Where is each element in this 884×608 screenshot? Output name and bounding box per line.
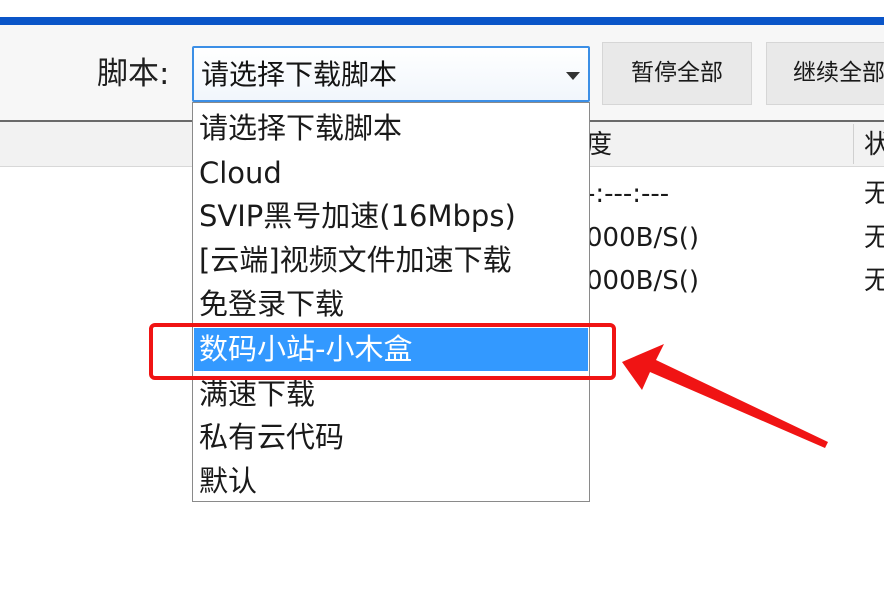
table-cell-status: 无 bbox=[864, 223, 884, 253]
dropdown-option[interactable]: 请选择下载脚本 bbox=[194, 107, 588, 150]
script-dropdown-list: 请选择下载脚本 Cloud SVIP黑号加速(16Mbps) [云端]视频文件加… bbox=[192, 102, 590, 502]
dropdown-option[interactable]: Cloud bbox=[194, 152, 588, 195]
pause-all-button[interactable]: 暂停全部 bbox=[602, 42, 752, 105]
annotation-highlight-box bbox=[149, 323, 616, 380]
table-cell-speed: 000B/S() bbox=[586, 223, 700, 253]
dropdown-option[interactable]: SVIP黑号加速(16Mbps) bbox=[194, 195, 588, 238]
dropdown-option[interactable]: 私有云代码 bbox=[194, 416, 588, 459]
column-header-status[interactable]: 状 bbox=[864, 127, 884, 163]
dropdown-option[interactable]: 默认 bbox=[194, 460, 588, 501]
resume-all-button[interactable]: 继续全部 bbox=[766, 42, 884, 105]
chevron-down-icon[interactable] bbox=[566, 72, 580, 80]
script-select[interactable]: 请选择下载脚本 bbox=[192, 46, 590, 102]
column-separator[interactable] bbox=[853, 124, 854, 164]
script-label: 脚本: bbox=[97, 56, 170, 92]
dropdown-option[interactable]: 免登录下载 bbox=[194, 283, 588, 326]
table-cell-speed: -:---:--- bbox=[586, 179, 670, 209]
dropdown-option[interactable]: [云端]视频文件加速下载 bbox=[194, 239, 588, 282]
script-select-value: 请选择下载脚本 bbox=[201, 58, 398, 91]
annotation-arrow-icon bbox=[622, 344, 828, 448]
table-cell-status: 无 bbox=[864, 179, 884, 209]
window-top-accent-bar bbox=[0, 17, 884, 25]
table-cell-speed: 000B/S() bbox=[586, 266, 700, 296]
table-cell-status: 无 bbox=[864, 266, 884, 296]
